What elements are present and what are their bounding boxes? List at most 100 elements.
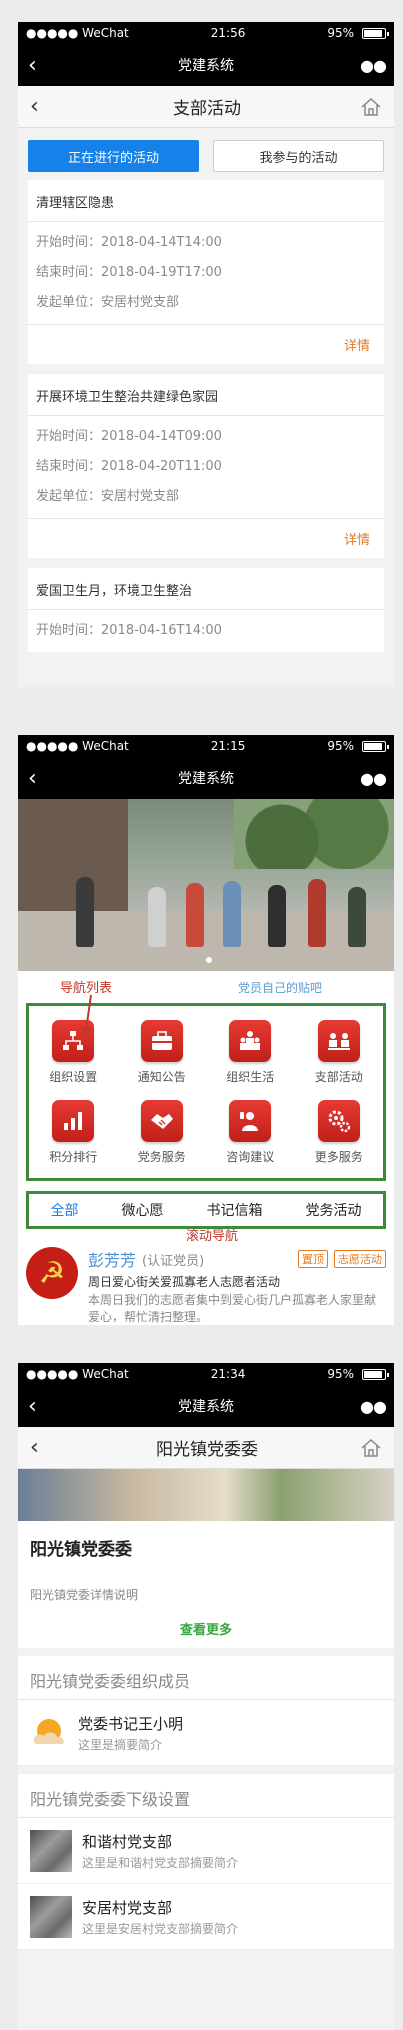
scroll-tab-party-activities[interactable]: 党务活动 <box>306 1200 362 1220</box>
battery-status: 95% <box>327 1367 389 1381</box>
grid-item-notices[interactable]: 通知公告 <box>118 1012 207 1092</box>
activity-title: 爱国卫生月，环境卫生整治 <box>28 568 384 610</box>
battery-status: 95% <box>327 26 389 40</box>
post-author[interactable]: 彭芳芳 <box>88 1247 136 1271</box>
grid-item-label: 支部活动 <box>314 1069 363 1084</box>
post-title: 周日爱心街关爱孤寡老人志愿者活动 <box>88 1275 281 1289</box>
grid-item-label: 咨询建议 <box>226 1149 275 1164</box>
meeting-icon <box>327 1032 350 1050</box>
grid-item-org-settings[interactable]: 组织设置 <box>29 1012 118 1092</box>
list-item[interactable]: 党委书记王小明 这里是摘要简介 <box>18 1700 394 1766</box>
activity-organizer: 发起单位：安居村党支部 <box>36 295 180 310</box>
activity-card[interactable]: 开展环境卫生整治共建绿色家园 开始时间：2018-04-14T09:00 结束时… <box>28 374 384 558</box>
post-excerpt: 本周日我们的志愿者集中到爱心街几户孤寡老人家里献爱心，帮忙清扫整理。 <box>88 1293 377 1324</box>
grid-item-consult-suggest[interactable]: 咨询建议 <box>206 1092 295 1172</box>
grid-item-label: 更多服务 <box>314 1149 363 1164</box>
home-icon[interactable] <box>360 97 382 117</box>
wechat-back-icon[interactable]: ‹ <box>28 1394 52 1419</box>
post-author-cert: (认证党员) <box>142 1253 205 1269</box>
view-more-link[interactable]: 查看更多 <box>30 1619 382 1638</box>
scroll-tab-micro-wish[interactable]: 微心愿 <box>122 1200 164 1220</box>
forum-post[interactable]: ☭ 彭芳芳 (认证党员) 置顶 志愿活动 周日爱心街关爱孤寡老人志愿者活动 本周… <box>18 1247 394 1325</box>
battery-status: 95% <box>327 739 389 753</box>
battery-icon <box>362 27 389 39</box>
activity-end-time: 结束时间：2018-04-20T11:00 <box>36 459 222 474</box>
carrier-label: ●●●●● WeChat <box>26 26 129 40</box>
gears-icon <box>328 1110 350 1132</box>
activity-organizer: 发起单位：安居村党支部 <box>36 489 180 504</box>
banner-image[interactable] <box>18 799 394 971</box>
branch-thumbnail <box>30 1895 72 1938</box>
annotation-nav-list: 导航列表 <box>60 981 113 996</box>
activity-start-time: 开始时间：2018-04-14T09:00 <box>36 429 222 444</box>
list-item[interactable]: 安居村党支部 这里是安居村党支部摘要简介 <box>18 1884 394 1950</box>
party-emblem-avatar: ☭ <box>26 1247 78 1299</box>
activity-card[interactable]: 爱国卫生月，环境卫生整治 开始时间：2018-04-16T14:00 <box>28 568 384 652</box>
annotation-area: 导航列表 党员自己的贴吧 <box>18 971 394 1035</box>
member-summary: 这里是摘要简介 <box>78 1737 163 1752</box>
page-title: 阳光镇党委委 <box>156 1440 258 1460</box>
screen-branch-activities: ●●●●● WeChat 21:56 95% ‹ 党建系统 ●● ‹ 支部活动 … <box>18 22 394 687</box>
activity-title: 清理辖区隐患 <box>28 180 384 222</box>
page-title: 支部活动 <box>173 99 241 119</box>
wechat-back-icon[interactable]: ‹ <box>28 53 52 78</box>
grid-item-label: 组织设置 <box>49 1069 98 1084</box>
tab-ongoing-activities[interactable]: 正在进行的活动 <box>28 140 199 172</box>
activity-start-time: 开始时间：2018-04-14T14:00 <box>36 235 222 250</box>
wechat-title-bar: ‹ 党建系统 ●● <box>18 1385 394 1427</box>
home-icon[interactable] <box>360 1438 382 1458</box>
more-menu-icon[interactable]: ●● <box>360 1397 387 1416</box>
carrier-label: ●●●●● WeChat <box>26 1367 129 1381</box>
scroll-tab-all[interactable]: 全部 <box>51 1200 79 1220</box>
scroll-nav: 全部 微心愿 书记信箱 党务活动 <box>26 1191 386 1229</box>
clock: 21:34 <box>210 1367 246 1381</box>
battery-icon <box>362 740 389 752</box>
section-header: 阳光镇党委委组织成员 <box>18 1656 394 1700</box>
more-menu-icon[interactable]: ●● <box>360 769 387 788</box>
battery-icon <box>362 1368 389 1380</box>
wechat-title-bar: ‹ 党建系统 ●● <box>18 44 394 86</box>
back-icon[interactable]: ‹ <box>30 94 54 119</box>
clock: 21:15 <box>210 739 246 753</box>
org-description: 阳光镇党委详情说明 <box>30 1588 139 1602</box>
app-title: 党建系统 <box>178 1399 234 1415</box>
grid-item-org-life[interactable]: 组织生活 <box>206 1012 295 1092</box>
branch-summary: 这里是安居村党支部摘要简介 <box>82 1921 239 1936</box>
activity-card[interactable]: 清理辖区隐患 开始时间：2018-04-14T14:00 结束时间：2018-0… <box>28 180 384 364</box>
app-title: 党建系统 <box>178 771 234 787</box>
status-bar: ●●●●● WeChat 21:56 95% <box>18 22 394 44</box>
tab-my-activities[interactable]: 我参与的活动 <box>213 140 384 172</box>
branch-summary: 这里是和谐村党支部摘要简介 <box>82 1855 239 1870</box>
activity-start-time: 开始时间：2018-04-16T14:00 <box>36 623 222 638</box>
carrier-label: ●●●●● WeChat <box>26 739 129 753</box>
section-header: 阳光镇党委委下级设置 <box>18 1774 394 1818</box>
briefcase-icon <box>151 1030 172 1050</box>
screen-home: ●●●●● WeChat 21:15 95% ‹ 党建系统 ●● 导航列表 党员… <box>18 735 394 1325</box>
bar-chart-icon <box>64 1111 83 1130</box>
more-menu-icon[interactable]: ●● <box>360 56 387 75</box>
org-name: 阳光镇党委委 <box>30 1540 132 1560</box>
detail-link[interactable]: 详情 <box>344 529 370 548</box>
page-nav-bar: ‹ 支部活动 <box>18 86 394 128</box>
back-icon[interactable]: ‹ <box>30 1435 54 1460</box>
activity-title: 开展环境卫生整治共建绿色家园 <box>28 374 384 416</box>
grid-item-more-services[interactable]: 更多服务 <box>295 1092 384 1172</box>
activity-end-time: 结束时间：2018-04-19T17:00 <box>36 265 222 280</box>
scroll-tab-secretary-mailbox[interactable]: 书记信箱 <box>207 1200 263 1220</box>
category-badge: 志愿活动 <box>334 1250 386 1268</box>
user-phone-icon <box>240 1111 259 1131</box>
clock: 21:56 <box>210 26 246 40</box>
grid-item-label: 组织生活 <box>226 1069 275 1084</box>
carousel-indicator[interactable] <box>206 957 212 963</box>
status-bar: ●●●●● WeChat 21:15 95% <box>18 735 394 757</box>
page-nav-bar: ‹ 阳光镇党委委 <box>18 1427 394 1469</box>
grid-item-points-ranking[interactable]: 积分排行 <box>29 1092 118 1172</box>
list-item[interactable]: 和谐村党支部 这里是和谐村党支部摘要简介 <box>18 1818 394 1884</box>
detail-link[interactable]: 详情 <box>344 335 370 354</box>
wechat-back-icon[interactable]: ‹ <box>28 766 52 791</box>
branch-thumbnail <box>30 1829 72 1872</box>
sub-units-section: 阳光镇党委委下级设置 和谐村党支部 这里是和谐村党支部摘要简介 安居村党支部 这… <box>18 1774 394 1950</box>
grid-item-party-services[interactable]: 党务服务 <box>118 1092 207 1172</box>
branch-title: 安居村党支部 <box>82 1898 173 1917</box>
grid-item-branch-activities[interactable]: 支部活动 <box>295 1012 384 1092</box>
